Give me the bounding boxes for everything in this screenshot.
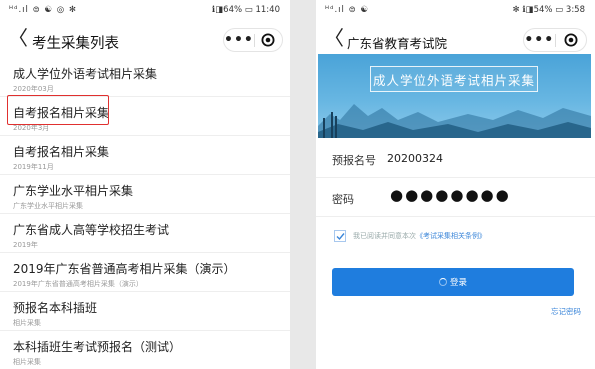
status-right-info: ✻ ℹ◨54% ▭ 3:58 xyxy=(512,5,586,15)
list-item[interactable]: 自考报名相片采集 2020年3月 xyxy=(0,97,290,136)
agreement-text: 我已阅读并同意本次 xyxy=(353,232,416,240)
item-title: 2019年广东省普通高考相片采集（演示） xyxy=(13,262,236,276)
item-title: 预报名本科插班 xyxy=(13,301,98,315)
check-icon xyxy=(336,232,345,240)
list-item[interactable]: 广东学业水平相片采集 广东学业水平相片采集 xyxy=(0,175,290,214)
list-item[interactable]: 成人学位外语考试相片采集 2020年03月 xyxy=(0,58,290,97)
status-right-info: ℹ◨64% ▭ 11:40 xyxy=(211,5,280,15)
list-item[interactable]: 2019年广东省普通高考相片采集（演示） 2019年广东省普通高考相片采集（演示… xyxy=(0,253,290,292)
password-input[interactable]: ●●●●●●●● xyxy=(390,188,511,203)
status-bar: ᴴᵈ.ıl ⊜ ☯ ✻ ℹ◨54% ▭ 3:58 xyxy=(316,0,595,22)
registration-id-input[interactable]: 20200324 xyxy=(387,152,443,165)
item-title: 广东学业水平相片采集 xyxy=(13,184,134,198)
mini-program-capsule: ••• xyxy=(223,28,283,52)
item-subtitle: 2019年广东省普通高考相片采集（演示） xyxy=(13,280,143,288)
more-icon[interactable]: ••• xyxy=(524,33,555,47)
back-icon[interactable]: 〈 xyxy=(324,28,344,48)
nav-bar: 〈 广东省教育考试院 ••• xyxy=(316,22,595,56)
page-title: 考生采集列表 xyxy=(32,36,119,52)
banner-title: 成人学位外语考试相片采集 xyxy=(372,72,535,88)
item-title: 广东省成人高等学校招生考试 xyxy=(13,223,170,237)
nav-bar: 〈 考生采集列表 ••• xyxy=(0,22,290,56)
close-icon[interactable] xyxy=(255,33,282,47)
forgot-password-link[interactable]: 忘记密码 xyxy=(551,306,581,317)
status-left-icons: ᴴᵈ.ıl ⊜ ☯ ◎ ✻ xyxy=(9,5,77,15)
agree-checkbox[interactable] xyxy=(334,230,346,242)
login-label: 登录 xyxy=(449,278,467,288)
item-subtitle: 2020年3月 xyxy=(13,124,50,132)
registration-id-row: 预报名号 20200324 xyxy=(316,140,595,178)
back-icon[interactable]: 〈 xyxy=(8,28,28,48)
item-title: 本科插班生考试预报名（测试） xyxy=(13,340,182,354)
item-subtitle: 2019年11月 xyxy=(13,163,54,171)
item-subtitle: 广东学业水平相片采集 xyxy=(13,202,83,210)
registration-id-label: 预报名号 xyxy=(332,154,376,167)
item-subtitle: 相片采集 xyxy=(13,358,41,366)
login-button[interactable]: 登录 xyxy=(332,268,574,296)
agreement-link[interactable]: 《考试采集相关条例》 xyxy=(416,231,486,241)
item-subtitle: 2019年 xyxy=(13,241,38,249)
banner-title-frame: 成人学位外语考试相片采集 xyxy=(370,66,538,92)
right-phone-screen: ᴴᵈ.ıl ⊜ ☯ ✻ ℹ◨54% ▭ 3:58 〈 广东省教育考试院 ••• … xyxy=(316,0,595,369)
item-title: 自考报名相片采集 xyxy=(13,106,110,120)
agreement-row: 我已阅读并同意本次 《考试采集相关条例》 xyxy=(334,228,486,244)
item-title: 自考报名相片采集 xyxy=(13,145,110,159)
more-icon[interactable]: ••• xyxy=(224,33,254,47)
page-title: 广东省教育考试院 xyxy=(347,36,448,51)
list-item[interactable]: 本科插班生考试预报名（测试） 相片采集 xyxy=(0,331,290,369)
close-icon[interactable] xyxy=(556,33,587,47)
mini-program-capsule: ••• xyxy=(523,28,587,52)
left-phone-screen: ᴴᵈ.ıl ⊜ ☯ ◎ ✻ ℹ◨64% ▭ 11:40 〈 考生采集列表 •••… xyxy=(0,0,290,369)
item-subtitle: 2020年03月 xyxy=(13,85,54,93)
status-bar: ᴴᵈ.ıl ⊜ ☯ ◎ ✻ ℹ◨64% ▭ 11:40 xyxy=(0,0,290,22)
list-item[interactable]: 广东省成人高等学校招生考试 2019年 xyxy=(0,214,290,253)
list-item[interactable]: 预报名本科插班 相片采集 xyxy=(0,292,290,331)
item-subtitle: 相片采集 xyxy=(13,319,41,327)
loading-icon xyxy=(438,278,447,286)
list-item[interactable]: 自考报名相片采集 2019年11月 xyxy=(0,136,290,175)
password-label: 密码 xyxy=(332,193,354,206)
item-title: 成人学位外语考试相片采集 xyxy=(13,67,158,81)
status-left-icons: ᴴᵈ.ıl ⊜ ☯ xyxy=(325,5,370,15)
banner-image: 成人学位外语考试相片采集 xyxy=(318,54,591,138)
password-row: 密码 ●●●●●●●● xyxy=(316,179,595,217)
